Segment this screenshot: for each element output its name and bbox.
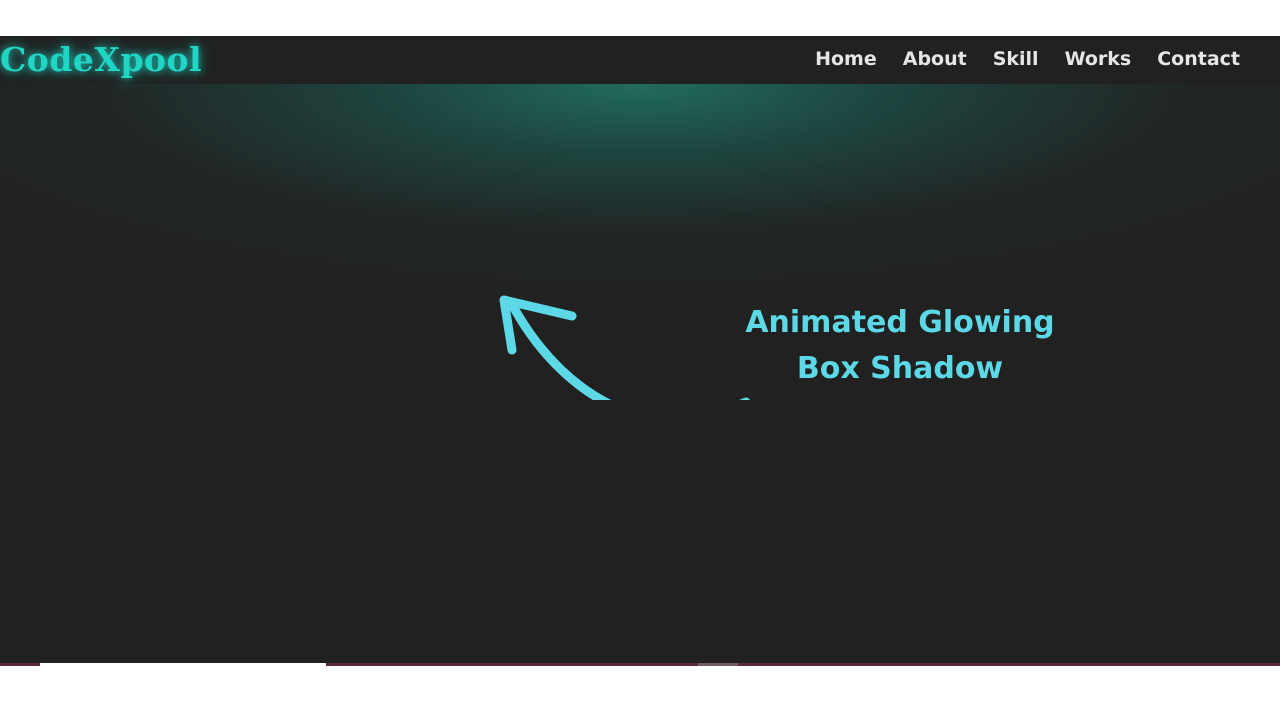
annotation-text: Animated Glowing Box Shadow bbox=[700, 300, 1100, 392]
nav-links: Home About Skill Works Contact bbox=[815, 48, 1240, 70]
nav-link-skill[interactable]: Skill bbox=[993, 48, 1039, 70]
nav-link-contact[interactable]: Contact bbox=[1157, 48, 1240, 70]
navbar: CodeXpool Home About Skill Works Contact bbox=[0, 36, 1280, 84]
nav-link-works[interactable]: Works bbox=[1065, 48, 1132, 70]
nav-link-home[interactable]: Home bbox=[815, 48, 877, 70]
bottom-divider-segment bbox=[40, 663, 326, 666]
annotation-line-2: Box Shadow bbox=[796, 351, 1004, 386]
annotation-line-1: Animated Glowing bbox=[745, 305, 1055, 340]
bottom-divider-segment bbox=[698, 663, 738, 666]
brand-logo[interactable]: CodeXpool bbox=[0, 40, 202, 79]
nav-link-about[interactable]: About bbox=[903, 48, 967, 70]
